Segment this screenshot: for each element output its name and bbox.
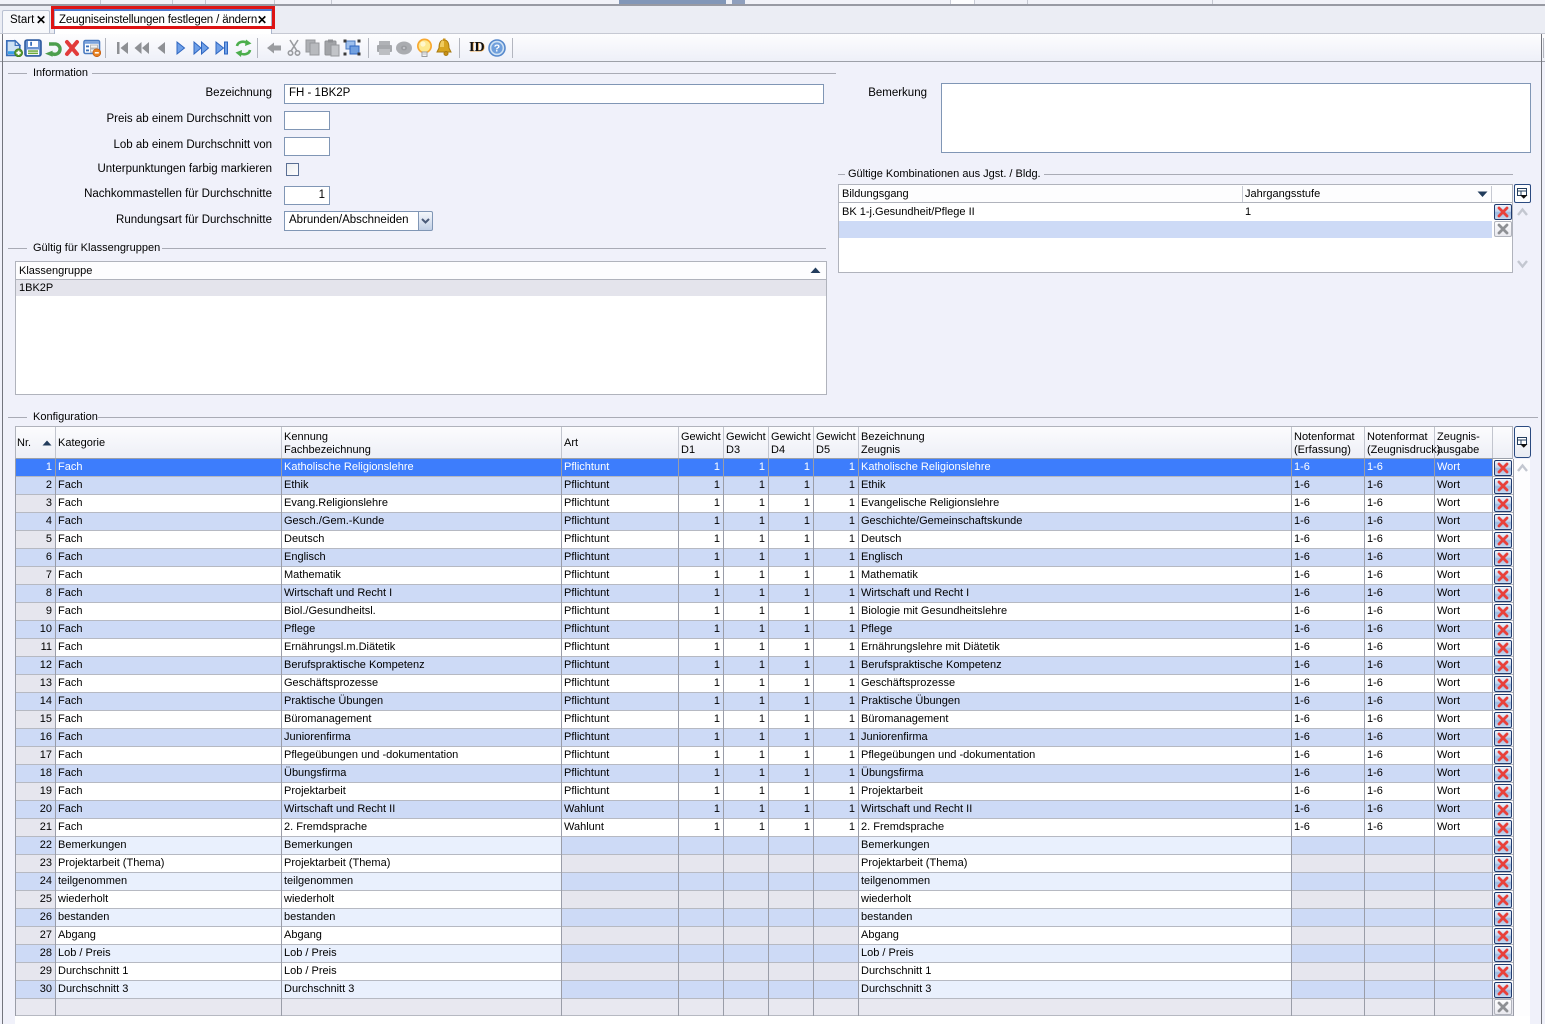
- svg-text:?: ?: [494, 43, 500, 55]
